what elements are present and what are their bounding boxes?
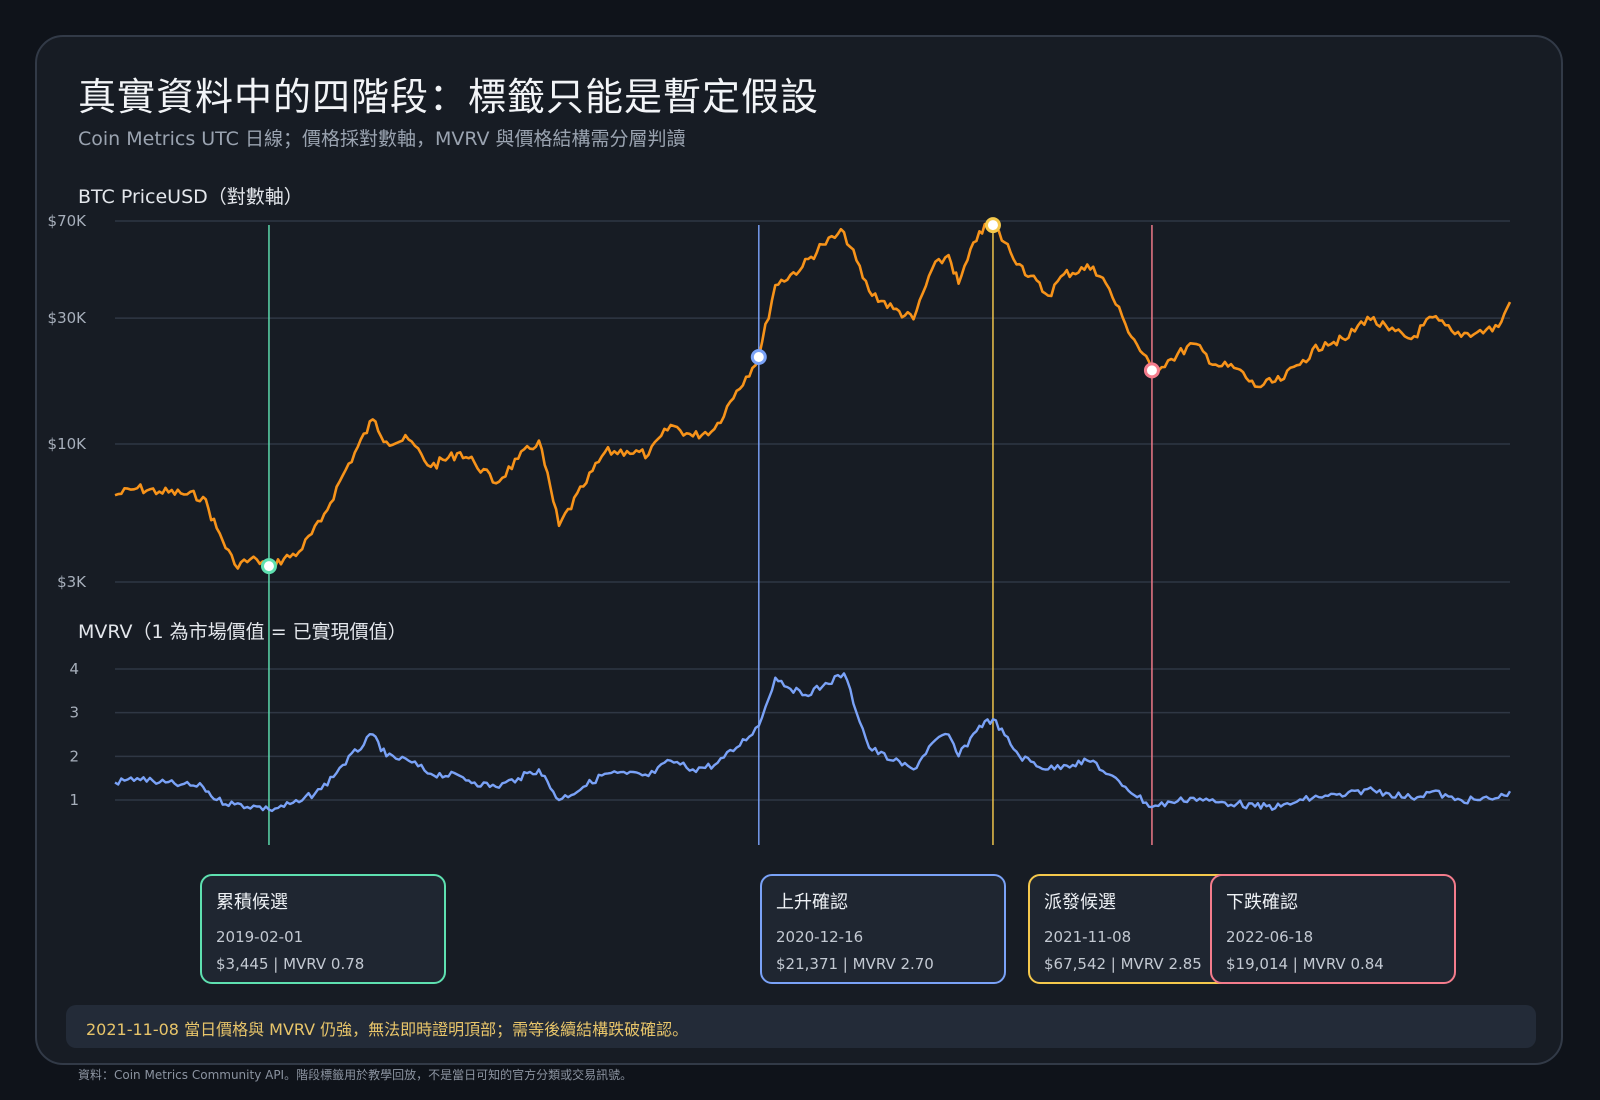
phase-card-accumulation: 累積候選 2019-02-01 $3,445 | MVRV 0.78: [200, 874, 446, 984]
price-tick-label: $3K: [57, 573, 87, 591]
phase-marker-distribution: [984, 217, 1001, 234]
phase-card-title: 下跌確認: [1226, 892, 1298, 913]
phase-card-title: 上升確認: [776, 892, 848, 913]
phase-marker-accumulation: [260, 558, 277, 575]
mvrv-tick-label: 1: [69, 791, 79, 809]
phase-marker-markup: [750, 348, 767, 365]
phase-card-markup: 上升確認 2020-12-16 $21,371 | MVRV 2.70: [760, 874, 1006, 984]
phase-card-value: $3,445 | MVRV 0.78: [216, 955, 365, 973]
interpretation-note: 2021-11-08 當日價格與 MVRV 仍強，無法即時證明頂部；需等後續結構…: [66, 1005, 1536, 1048]
phase-card-markdown: 下跌確認 2022-06-18 $19,014 | MVRV 0.84: [1210, 874, 1456, 984]
mvrv-tick-label: 2: [69, 747, 79, 765]
mvrv-tick-label: 4: [69, 660, 79, 678]
phase-card-date: 2019-02-01: [216, 928, 304, 946]
source-footnote: 資料：Coin Metrics Community API。階段標籤用於教學回放…: [78, 1068, 633, 1082]
phase-card-date: 2022-06-18: [1226, 928, 1314, 946]
price-tick-label: $70K: [48, 212, 88, 230]
phase-card-date: 2020-12-16: [776, 928, 864, 946]
mvrv-tick-label: 3: [69, 704, 79, 722]
phase-marker-markdown: [1143, 362, 1160, 379]
phase-card-value: $19,014 | MVRV 0.84: [1226, 955, 1384, 973]
price-tick-label: $30K: [48, 309, 88, 327]
price-tick-label: $10K: [48, 435, 88, 453]
phase-card-title: 累積候選: [216, 892, 288, 913]
mvrv-series-line: [114, 672, 1512, 813]
phase-card-value: $21,371 | MVRV 2.70: [776, 955, 934, 973]
price-series-line: [114, 222, 1512, 570]
